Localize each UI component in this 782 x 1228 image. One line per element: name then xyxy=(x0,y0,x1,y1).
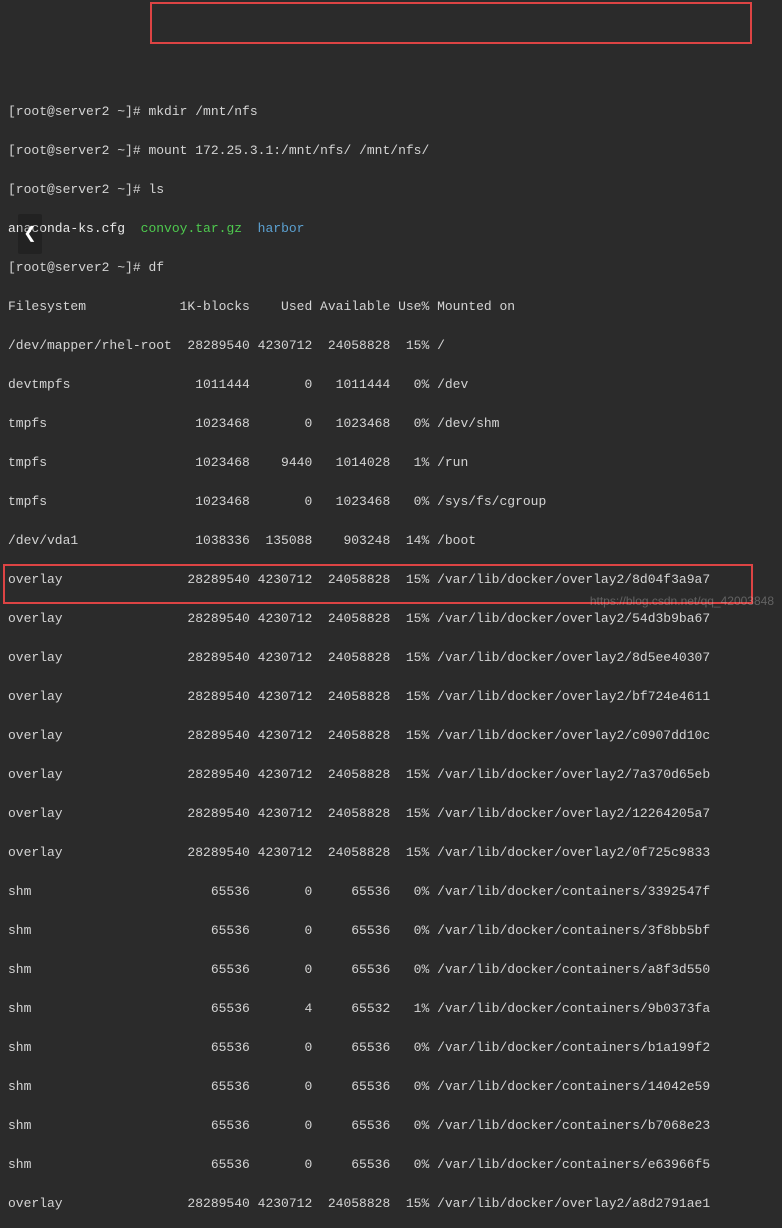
table-row: overlay 28289540 4230712 24058828 15% /v… xyxy=(8,726,774,746)
file: harbor xyxy=(258,221,305,236)
cmd-line-mount: [root@server2 ~]# mount 172.25.3.1:/mnt/… xyxy=(8,141,774,161)
file: convoy.tar.gz xyxy=(141,221,242,236)
command-text: mkdir /mnt/nfs xyxy=(148,104,257,119)
table-row: tmpfs 1023468 9440 1014028 1% /run xyxy=(8,453,774,473)
table-row: overlay 28289540 4230712 24058828 15% /v… xyxy=(8,843,774,863)
command-text: mount 172.25.3.1:/mnt/nfs/ /mnt/nfs/ xyxy=(148,143,429,158)
ls-output: anaconda-ks.cfg convoy.tar.gz harbor xyxy=(8,219,774,239)
command-text: df xyxy=(148,260,164,275)
table-row: overlay 28289540 4230712 24058828 15% /v… xyxy=(8,609,774,629)
table-row: overlay 28289540 4230712 24058828 15% /v… xyxy=(8,648,774,668)
prompt: [root@server2 ~]# xyxy=(8,260,141,275)
table-row: shm 65536 4 65532 1% /var/lib/docker/con… xyxy=(8,999,774,1019)
table-row: shm 65536 0 65536 0% /var/lib/docker/con… xyxy=(8,1155,774,1175)
table-row: devtmpfs 1011444 0 1011444 0% /dev xyxy=(8,375,774,395)
table-row: overlay 28289540 4230712 24058828 15% /v… xyxy=(8,765,774,785)
prev-arrow-button[interactable]: ❮ xyxy=(18,214,42,254)
table-row: shm 65536 0 65536 0% /var/lib/docker/con… xyxy=(8,1077,774,1097)
highlight-box xyxy=(150,2,752,44)
table-row: shm 65536 0 65536 0% /var/lib/docker/con… xyxy=(8,960,774,980)
table-row: shm 65536 0 65536 0% /var/lib/docker/con… xyxy=(8,1116,774,1136)
cmd-line-ls: [root@server2 ~]# ls xyxy=(8,180,774,200)
table-row: shm 65536 0 65536 0% /var/lib/docker/con… xyxy=(8,921,774,941)
terminal-output[interactable]: [root@server2 ~]# mkdir /mnt/nfs [root@s… xyxy=(8,82,774,1228)
prompt: [root@server2 ~]# xyxy=(8,182,141,197)
watermark-text: https://blog.csdn.net/qq_42003848 xyxy=(590,592,774,610)
table-row: /dev/mapper/rhel-root 28289540 4230712 2… xyxy=(8,336,774,356)
table-row: overlay 28289540 4230712 24058828 15% /v… xyxy=(8,1194,774,1214)
table-row: overlay 28289540 4230712 24058828 15% /v… xyxy=(8,687,774,707)
table-row: shm 65536 0 65536 0% /var/lib/docker/con… xyxy=(8,882,774,902)
table-row: tmpfs 1023468 0 1023468 0% /dev/shm xyxy=(8,414,774,434)
prompt: [root@server2 ~]# xyxy=(8,143,141,158)
table-row: overlay 28289540 4230712 24058828 15% /v… xyxy=(8,804,774,824)
prompt: [root@server2 ~]# xyxy=(8,104,141,119)
cmd-line-mkdir: [root@server2 ~]# mkdir /mnt/nfs xyxy=(8,102,774,122)
table-row: /dev/vda1 1038336 135088 903248 14% /boo… xyxy=(8,531,774,551)
table-row: overlay 28289540 4230712 24058828 15% /v… xyxy=(8,570,774,590)
cmd-line-df: [root@server2 ~]# df xyxy=(8,258,774,278)
table-row: tmpfs 1023468 0 1023468 0% /sys/fs/cgrou… xyxy=(8,492,774,512)
command-text: ls xyxy=(148,182,164,197)
df-header: Filesystem 1K-blocks Used Available Use%… xyxy=(8,297,774,317)
table-row: shm 65536 0 65536 0% /var/lib/docker/con… xyxy=(8,1038,774,1058)
